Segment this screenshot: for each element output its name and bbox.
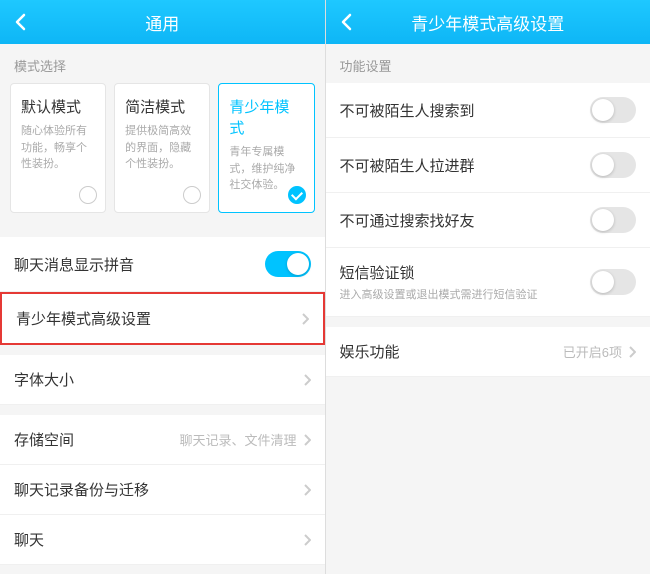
row-pinyin-toggle: 聊天消息显示拼音: [0, 237, 325, 292]
row-hint: 聊天记录、文件清理: [179, 430, 296, 449]
row-label: 不可被陌生人搜索到: [340, 100, 475, 121]
radio-unchecked-icon: [183, 186, 201, 204]
row-stranger-group: 不可被陌生人拉进群: [326, 138, 650, 193]
chevron-right-icon: [303, 534, 311, 546]
func-section-label: 功能设置: [326, 44, 650, 83]
radio-checked-icon: [288, 186, 306, 204]
header-title-left: 通用: [0, 10, 325, 35]
row-label: 聊天消息显示拼音: [14, 254, 134, 275]
mode-card-default[interactable]: 默认模式 随心体验所有功能，畅享个性装扮。: [10, 83, 106, 213]
row-label: 字体大小: [14, 369, 74, 390]
chevron-right-icon: [628, 346, 636, 358]
row-chat[interactable]: 聊天: [0, 515, 325, 565]
mode-card-title: 简洁模式: [125, 96, 199, 117]
header-left: 通用: [0, 0, 325, 44]
row-label: 娱乐功能: [340, 341, 400, 362]
row-sms-lock: 短信验证锁 进入高级设置或退出模式需进行短信验证: [326, 248, 650, 317]
row-label: 存储空间: [14, 429, 74, 450]
row-backup[interactable]: 聊天记录备份与迁移: [0, 465, 325, 515]
mode-card-simple[interactable]: 简洁模式 提供极简高效的界面，隐藏个性装扮。: [114, 83, 210, 213]
toggle-stranger-search[interactable]: [590, 97, 636, 123]
row-label: 短信验证锁: [340, 262, 538, 283]
mode-card-title: 青少年模式: [229, 96, 303, 138]
back-button-right[interactable]: [334, 10, 358, 34]
toggle-search-friend[interactable]: [590, 207, 636, 233]
row-label: 青少年模式高级设置: [16, 308, 151, 329]
row-font-size[interactable]: 字体大小: [0, 355, 325, 405]
toggle-sms-lock[interactable]: [590, 269, 636, 295]
row-stranger-search: 不可被陌生人搜索到: [326, 83, 650, 138]
row-youth-advanced[interactable]: 青少年模式高级设置: [0, 292, 325, 345]
mode-section-label: 模式选择: [0, 44, 325, 83]
row-hint: 已开启6项: [563, 342, 622, 361]
row-sub: 进入高级设置或退出模式需进行短信验证: [340, 286, 538, 302]
mode-card-desc: 提供极简高效的界面，隐藏个性装扮。: [125, 123, 199, 173]
mode-card-desc: 随心体验所有功能，畅享个性装扮。: [21, 123, 95, 173]
chevron-left-icon: [340, 13, 352, 31]
radio-unchecked-icon: [79, 186, 97, 204]
chevron-right-icon: [303, 484, 311, 496]
header-title-right: 青少年模式高级设置: [326, 10, 650, 35]
row-label: 不可通过搜索找好友: [340, 210, 475, 231]
row-search-friend: 不可通过搜索找好友: [326, 193, 650, 248]
back-button-left[interactable]: [8, 10, 32, 34]
row-label: 不可被陌生人拉进群: [340, 155, 475, 176]
toggle-pinyin[interactable]: [265, 251, 311, 277]
chevron-right-icon: [301, 313, 309, 325]
mode-card-title: 默认模式: [21, 96, 95, 117]
header-right: 青少年模式高级设置: [326, 0, 650, 44]
mode-card-youth[interactable]: 青少年模式 青年专属模式，维护纯净社交体验。: [218, 83, 314, 213]
chevron-right-icon: [303, 374, 311, 386]
chevron-right-icon: [303, 434, 311, 446]
row-storage[interactable]: 存储空间 聊天记录、文件清理: [0, 415, 325, 465]
mode-cards: 默认模式 随心体验所有功能，畅享个性装扮。 简洁模式 提供极简高效的界面，隐藏个…: [0, 83, 325, 227]
row-entertainment[interactable]: 娱乐功能 已开启6项: [326, 327, 650, 377]
chevron-left-icon: [14, 13, 26, 31]
row-label: 聊天: [14, 529, 44, 550]
row-label: 聊天记录备份与迁移: [14, 479, 149, 500]
toggle-stranger-group[interactable]: [590, 152, 636, 178]
